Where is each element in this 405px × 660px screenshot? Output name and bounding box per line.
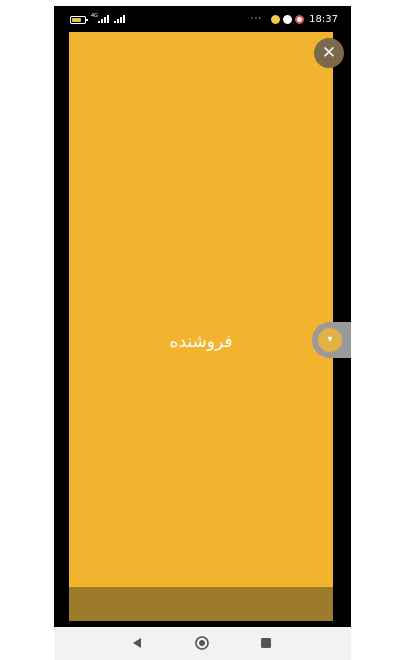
navigation-bar bbox=[54, 627, 351, 660]
phone-frame: 4G ··· 18:37 فروشنده ✕ ▾ bbox=[54, 6, 351, 660]
bottom-strip bbox=[69, 587, 333, 621]
close-button[interactable]: ✕ bbox=[314, 38, 344, 68]
side-drawer-handle[interactable]: ▾ bbox=[312, 322, 351, 358]
battery-icon bbox=[70, 16, 88, 24]
more-indicator: ··· bbox=[250, 14, 263, 24]
app-notification-icon bbox=[283, 14, 293, 24]
signal-icon bbox=[98, 15, 109, 23]
status-clock: 18:37 bbox=[309, 13, 338, 25]
recent-square-icon[interactable] bbox=[259, 636, 273, 650]
status-right-group: ··· 18:37 bbox=[251, 13, 338, 25]
seller-panel: فروشنده bbox=[69, 32, 333, 594]
network-type-label: 4G bbox=[91, 13, 99, 19]
home-circle-icon[interactable] bbox=[195, 636, 209, 650]
app-badge-icon bbox=[295, 14, 305, 24]
drawer-toggle-icon: ▾ bbox=[318, 328, 342, 352]
back-triangle-icon[interactable] bbox=[130, 636, 144, 650]
signal-icon-2 bbox=[114, 15, 125, 23]
close-icon: ✕ bbox=[321, 43, 337, 63]
notification-icon bbox=[271, 14, 281, 24]
status-bar: 4G ··· 18:37 bbox=[54, 6, 351, 32]
panel-title: فروشنده bbox=[169, 332, 233, 352]
